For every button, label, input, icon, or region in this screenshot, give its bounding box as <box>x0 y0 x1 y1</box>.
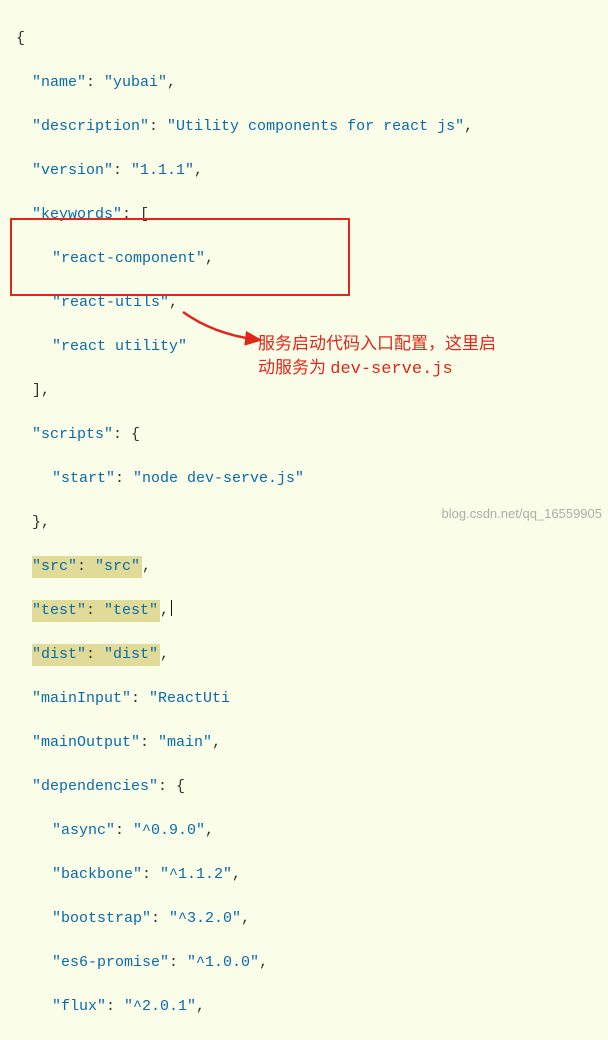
json-value: "dist" <box>104 646 158 663</box>
json-value: "node dev-serve.js" <box>133 470 304 487</box>
json-key: "async" <box>52 822 115 839</box>
json-value: "main" <box>158 734 212 751</box>
json-key: "version" <box>32 162 113 179</box>
brace-open: { <box>131 426 140 443</box>
json-key: "start" <box>52 470 115 487</box>
json-value: "react utility" <box>52 338 187 355</box>
json-value: "Utility components for react js" <box>167 118 464 135</box>
brace-open: { <box>16 30 25 47</box>
json-value: "react-utils" <box>52 294 169 311</box>
bracket-close: ], <box>32 382 50 399</box>
json-key: "src" <box>32 558 77 575</box>
json-key: "keywords" <box>32 206 122 223</box>
json-value: "yubai" <box>104 74 167 91</box>
json-key: "test" <box>32 602 86 619</box>
brace-open: { <box>176 778 185 795</box>
json-key: "mainInput" <box>32 690 131 707</box>
json-key: "bootstrap" <box>52 910 151 927</box>
json-key: "scripts" <box>32 426 113 443</box>
brace-close: }, <box>32 514 50 531</box>
json-key: "mainOutput" <box>32 734 140 751</box>
watermark-text: blog.csdn.net/qq_16559905 <box>442 503 602 525</box>
annotation-line: 动服务为 <box>258 358 330 377</box>
json-key: "dist" <box>32 646 86 663</box>
json-key: "name" <box>32 74 86 91</box>
json-value: "^3.2.0" <box>169 910 241 927</box>
json-value: "ReactUti <box>149 690 230 707</box>
json-key: "description" <box>32 118 149 135</box>
json-value: "1.1.1" <box>131 162 194 179</box>
annotation-text: 服务启动代码入口配置，这里启 动服务为 dev-serve.js <box>258 332 598 382</box>
text-cursor-icon <box>171 600 172 616</box>
json-value: "test" <box>104 602 158 619</box>
json-key: "flux" <box>52 998 106 1015</box>
json-value: "react-component" <box>52 250 205 267</box>
annotation-code: dev-serve.js <box>330 360 452 379</box>
json-value: "^2.0.1" <box>124 998 196 1015</box>
json-value: "src" <box>95 558 140 575</box>
json-key: "dependencies" <box>32 778 158 795</box>
json-value: "^1.1.2" <box>160 866 232 883</box>
bracket-open: [ <box>140 206 149 223</box>
annotation-line: 服务启动代码入口配置，这里启 <box>258 334 496 353</box>
json-value: "^0.9.0" <box>133 822 205 839</box>
json-key: "backbone" <box>52 866 142 883</box>
json-value: "^1.0.0" <box>187 954 259 971</box>
json-key: "es6-promise" <box>52 954 169 971</box>
